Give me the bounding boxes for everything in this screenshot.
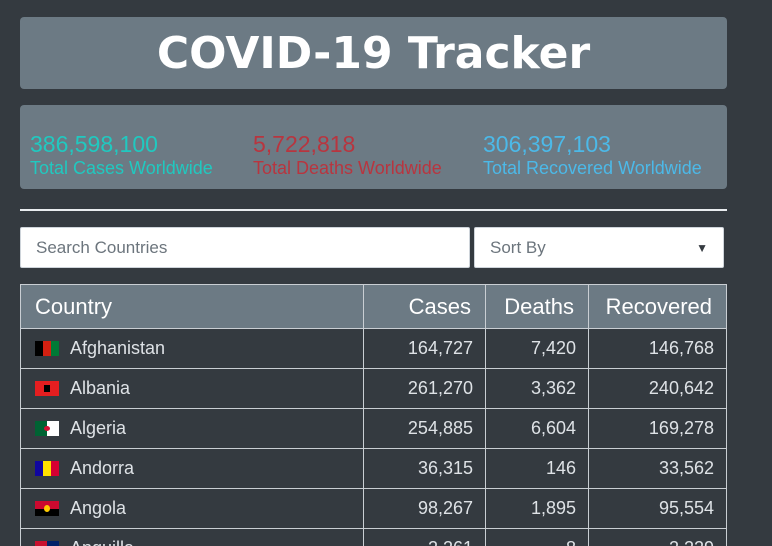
country-table: Country Cases Deaths Recovered Afghanist… xyxy=(20,284,727,546)
global-stats-panel: 386,598,100 Total Cases Worldwide 5,722,… xyxy=(20,105,727,189)
total-cases-value: 386,598,100 xyxy=(30,131,158,157)
page-title: COVID-19 Tracker xyxy=(156,27,591,79)
country-cell: Angola xyxy=(20,488,364,529)
column-header-country[interactable]: Country xyxy=(20,284,364,329)
table-row[interactable]: Andorra 36,315 146 33,562 xyxy=(20,448,727,489)
cases-cell: 98,267 xyxy=(363,488,486,529)
country-cell: Anguilla xyxy=(20,528,364,546)
table-row[interactable]: Algeria 254,885 6,604 169,278 xyxy=(20,408,727,449)
recovered-cell: 2,229 xyxy=(588,528,727,546)
angola-flag-icon xyxy=(35,501,59,516)
sort-select[interactable]: Sort By ▼ xyxy=(474,227,724,268)
deaths-cell: 1,895 xyxy=(485,488,589,529)
table-row[interactable]: Afghanistan 164,727 7,420 146,768 xyxy=(20,328,727,369)
column-header-deaths[interactable]: Deaths xyxy=(485,284,589,329)
total-deaths-label: Total Deaths Worldwide xyxy=(253,158,442,178)
cases-cell: 36,315 xyxy=(363,448,486,489)
total-cases-label: Total Cases Worldwide xyxy=(30,158,213,178)
search-input[interactable] xyxy=(20,227,470,268)
total-deaths-stat: 5,722,818 Total Deaths Worldwide xyxy=(253,131,442,179)
deaths-cell: 8 xyxy=(485,528,589,546)
total-recovered-stat: 306,397,103 Total Recovered Worldwide xyxy=(483,131,702,179)
deaths-cell: 7,420 xyxy=(485,328,589,369)
anguilla-flag-icon xyxy=(35,541,59,546)
country-name: Algeria xyxy=(70,418,127,438)
country-cell: Algeria xyxy=(20,408,364,449)
total-deaths-value: 5,722,818 xyxy=(253,131,356,157)
table-row[interactable]: Anguilla 2,261 8 2,229 xyxy=(20,528,727,546)
table-row[interactable]: Albania 261,270 3,362 240,642 xyxy=(20,368,727,409)
country-name: Andorra xyxy=(70,458,135,478)
total-recovered-value: 306,397,103 xyxy=(483,131,611,157)
cases-cell: 254,885 xyxy=(363,408,486,449)
recovered-cell: 169,278 xyxy=(588,408,727,449)
divider xyxy=(20,209,727,211)
albania-flag-icon xyxy=(35,381,59,396)
country-name: Anguilla xyxy=(70,538,134,546)
recovered-cell: 146,768 xyxy=(588,328,727,369)
column-header-recovered[interactable]: Recovered xyxy=(588,284,727,329)
country-name: Albania xyxy=(70,378,131,398)
total-recovered-label: Total Recovered Worldwide xyxy=(483,158,702,178)
recovered-cell: 95,554 xyxy=(588,488,727,529)
algeria-flag-icon xyxy=(35,421,59,436)
chevron-down-icon: ▼ xyxy=(696,240,708,255)
andorra-flag-icon xyxy=(35,461,59,476)
column-header-cases[interactable]: Cases xyxy=(363,284,486,329)
country-cell: Afghanistan xyxy=(20,328,364,369)
total-cases-stat: 386,598,100 Total Cases Worldwide xyxy=(30,131,213,179)
afghanistan-flag-icon xyxy=(35,341,59,356)
cases-cell: 261,270 xyxy=(363,368,486,409)
deaths-cell: 3,362 xyxy=(485,368,589,409)
country-name: Angola xyxy=(70,498,127,518)
cases-cell: 164,727 xyxy=(363,328,486,369)
sort-select-label: Sort By xyxy=(490,237,546,257)
deaths-cell: 6,604 xyxy=(485,408,589,449)
country-cell: Andorra xyxy=(20,448,364,489)
recovered-cell: 33,562 xyxy=(588,448,727,489)
cases-cell: 2,261 xyxy=(363,528,486,546)
table-header-row: Country Cases Deaths Recovered xyxy=(20,284,727,329)
country-cell: Albania xyxy=(20,368,364,409)
country-name: Afghanistan xyxy=(70,338,166,358)
table-row[interactable]: Angola 98,267 1,895 95,554 xyxy=(20,488,727,529)
recovered-cell: 240,642 xyxy=(588,368,727,409)
app-header: COVID-19 Tracker xyxy=(20,17,727,89)
deaths-cell: 146 xyxy=(485,448,589,489)
